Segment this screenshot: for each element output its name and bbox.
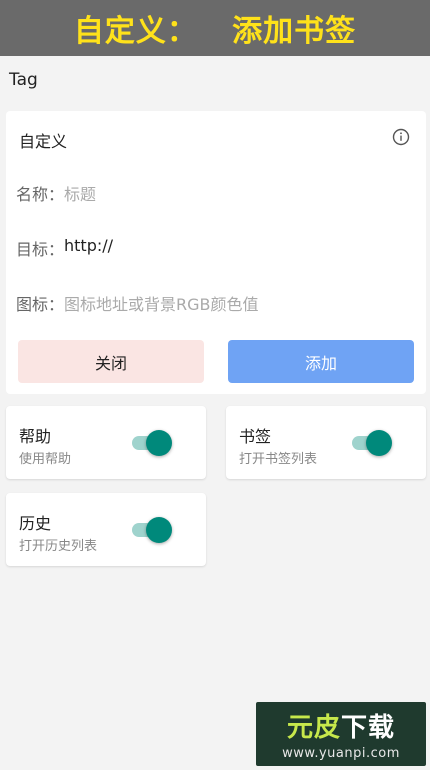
watermark-brand: 元皮下载	[286, 713, 396, 743]
bookmark-switch[interactable]	[352, 430, 392, 456]
watermark-url: www.yuanpi.com	[282, 746, 400, 761]
switch-thumb[interactable]	[146, 430, 172, 456]
custom-bookmark-form: 自定义 名称： 标题 目标： http:// 图标： 图标地址或背景RGB颜色值…	[6, 111, 426, 394]
bookmark-toggle-card[interactable]: 书签 打开书签列表	[226, 406, 426, 479]
watermark-logo: 元皮下载 www.yuanpi.com	[256, 702, 426, 766]
history-toggle-card[interactable]: 历史 打开历史列表	[6, 493, 206, 566]
target-label: 目标：	[16, 240, 65, 259]
target-field[interactable]: 目标： http://	[16, 236, 113, 260]
icon-field[interactable]: 图标： 图标地址或背景RGB颜色值	[16, 291, 259, 315]
section-label: Tag	[9, 70, 38, 90]
help-toggle-card[interactable]: 帮助 使用帮助	[6, 406, 206, 479]
add-button[interactable]: 添加	[228, 340, 414, 383]
target-input[interactable]: http://	[64, 236, 113, 260]
toggle-subtitle: 打开历史列表	[19, 539, 98, 554]
name-label: 名称：	[16, 185, 65, 204]
form-title: 自定义	[19, 132, 68, 151]
switch-thumb[interactable]	[146, 517, 172, 543]
icon-label: 图标：	[16, 295, 65, 314]
help-switch[interactable]	[132, 430, 172, 456]
history-switch[interactable]	[132, 517, 172, 543]
info-icon[interactable]	[392, 128, 410, 146]
toggle-subtitle: 打开书签列表	[239, 452, 318, 467]
toggle-subtitle: 使用帮助	[19, 452, 72, 467]
switch-thumb[interactable]	[366, 430, 392, 456]
title-banner: 自定义： 添加书签	[0, 0, 430, 56]
toggle-title: 历史	[19, 514, 52, 533]
name-field[interactable]: 名称： 标题	[16, 181, 96, 205]
name-input[interactable]: 标题	[64, 181, 96, 205]
close-button[interactable]: 关闭	[18, 340, 204, 383]
icon-input[interactable]: 图标地址或背景RGB颜色值	[64, 291, 259, 315]
banner-title: 自定义： 添加书签	[73, 14, 357, 49]
toggle-title: 书签	[239, 427, 272, 446]
toggle-title: 帮助	[19, 427, 52, 446]
